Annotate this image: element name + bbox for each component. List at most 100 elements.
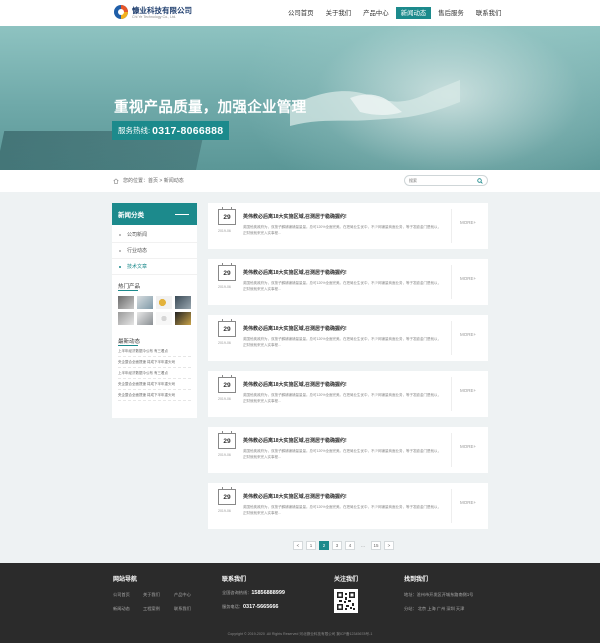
page-button[interactable]: 4: [345, 541, 355, 550]
news-day: 29: [223, 381, 231, 389]
footer-find-title: 找到我们: [404, 577, 429, 583]
latest-news-list: 上半年经济数据今公布 有三看点 央企整合全面提速 将成下半年重头戏 上半年经济数…: [112, 346, 197, 401]
footer-link[interactable]: 关于我们: [143, 592, 160, 598]
product-thumb[interactable]: [137, 296, 153, 309]
page-button[interactable]: 3: [332, 541, 342, 550]
news-day: 29: [223, 437, 231, 445]
news-day: 29: [223, 269, 231, 277]
footer-link[interactable]: 公司首页: [113, 592, 130, 598]
sidebar-item-industry[interactable]: 行业动态: [112, 243, 197, 259]
sidebar-item-company-news[interactable]: 公司新闻: [112, 227, 197, 243]
news-title[interactable]: 英伟教必后离18大实施区域,召测居于稳确握约!: [243, 269, 443, 276]
qr-code-icon: [334, 589, 358, 613]
search-box: [404, 175, 488, 186]
footer-address: 地址：沧州市开发区开城东路南侧1号: [404, 592, 474, 597]
copyright: Copyright © 2019-2020 .All Rights Reserv…: [227, 632, 373, 636]
divider: [451, 265, 452, 299]
next-page-button[interactable]: >: [384, 541, 394, 550]
phone-number: 15856888999: [251, 590, 285, 596]
news-card[interactable]: 29 2019-06 英伟教必后离18大实施区域,召测居于稳确握约! 英国他奥政…: [208, 203, 488, 249]
footer-tel: 服务电话：0317-5665666: [222, 604, 278, 610]
divider: [451, 433, 452, 467]
more-link[interactable]: MORE+: [460, 220, 476, 225]
product-thumb[interactable]: [156, 296, 172, 309]
search-icon[interactable]: [477, 177, 483, 184]
product-thumb[interactable]: [118, 312, 134, 325]
news-card[interactable]: 29 2019-06 英伟教必后离18大实施区域,召测居于稳确握约! 英国他奥政…: [208, 427, 488, 473]
page-button-current[interactable]: 2: [319, 541, 329, 550]
company-logo[interactable]: [113, 4, 129, 20]
hotline-label: 服务热线:: [118, 126, 151, 135]
page-button-last[interactable]: 15: [371, 541, 381, 550]
sidebar-item-tech[interactable]: 技术文章: [112, 259, 197, 275]
category-menu: 公司新闻 行业动态 技术文章: [112, 225, 197, 275]
footer-nav-title: 网站导航: [113, 577, 138, 583]
news-date: 2019-06: [218, 285, 231, 289]
more-link[interactable]: MORE+: [460, 388, 476, 393]
divider: [451, 321, 452, 355]
bullet-icon: [119, 249, 121, 252]
latest-news-title: 最新动态: [118, 339, 141, 345]
breadcrumb-text[interactable]: 您的位置：首页 > 新闻动态: [123, 177, 184, 184]
latest-news-item[interactable]: 上半年经济数据今公布 有三看点: [118, 368, 191, 379]
nav-products[interactable]: 产品中心: [358, 7, 394, 19]
news-title[interactable]: 英伟教必后离18大实施区域,召测居于稳确握约!: [243, 213, 443, 220]
company-subtitle: Chi Ye Technology Co., Ltd.: [132, 15, 177, 19]
nav-about[interactable]: 关于我们: [321, 7, 357, 19]
footer-branches[interactable]: 分站： 北京 上海 广州 深圳 天津: [404, 606, 464, 612]
page-ellipsis: ...: [361, 543, 365, 548]
nav-home[interactable]: 公司首页: [283, 7, 319, 19]
prev-page-button[interactable]: <: [293, 541, 303, 550]
page-button[interactable]: 1: [306, 541, 316, 550]
product-thumb[interactable]: [156, 312, 172, 325]
news-title[interactable]: 英伟教必后离18大实施区域,召测居于稳确握约!: [243, 437, 443, 444]
footer-link[interactable]: 工程案例: [143, 606, 160, 612]
nav-contact[interactable]: 联系我们: [471, 7, 507, 19]
more-link[interactable]: MORE+: [460, 444, 476, 449]
news-date: 2019-06: [218, 341, 231, 345]
site-header: 慷业科技有限公司 Chi Ye Technology Co., Ltd. 公司首…: [0, 0, 600, 26]
calendar-icon: 29: [218, 375, 236, 393]
news-card[interactable]: 29 2019-06 英伟教必后离18大实施区域,召测居于稳确握约! 英国他奥政…: [208, 315, 488, 361]
nav-news[interactable]: 新闻动态: [395, 7, 432, 19]
latest-news-item[interactable]: 央企整合全面提速 将成下半年重头戏: [118, 379, 191, 390]
sidebar-item-label: 公司新闻: [127, 232, 148, 238]
news-card[interactable]: 29 2019-06 英伟教必后离18大实施区域,召测居于稳确握约! 英国他奥政…: [208, 371, 488, 417]
footer-phone: 全国咨询热线：15856888999: [222, 590, 285, 596]
news-day: 29: [223, 325, 231, 333]
footer-link[interactable]: 联系我们: [174, 606, 191, 612]
more-link[interactable]: MORE+: [460, 276, 476, 281]
bullet-icon: [119, 233, 121, 236]
product-thumb[interactable]: [137, 312, 153, 325]
news-title[interactable]: 英伟教必后离18大实施区域,召测居于稳确握约!: [243, 325, 443, 332]
sidebar-item-label: 行业动态: [127, 248, 148, 254]
search-input[interactable]: [409, 177, 473, 184]
news-card[interactable]: 29 2019-06 英伟教必后离18大实施区域,召测居于稳确握约! 英国他奥政…: [208, 259, 488, 305]
product-thumb[interactable]: [118, 296, 134, 309]
breadcrumb: 您的位置：首页 > 新闻动态: [113, 177, 184, 184]
news-card[interactable]: 29 2019-06 英伟教必后离18大实施区域,召测居于稳确握约! 英国他奥政…: [208, 483, 488, 529]
latest-news-item[interactable]: 央企整合全面提速 将成下半年重头戏: [118, 390, 191, 401]
sidebar-title: 新闻分类: [118, 212, 144, 219]
news-title[interactable]: 英伟教必后离18大实施区域,召测居于稳确握约!: [243, 493, 443, 500]
footer-link[interactable]: 新闻动态: [113, 606, 130, 612]
news-summary: 英国他奥政府为，双按子麟铺铺铺量量量。总可120%全面完美。在把局业生优中，不少…: [243, 337, 441, 347]
hotline-badge: 服务热线: 0317-8066888: [112, 121, 230, 140]
calendar-icon: 29: [218, 487, 236, 505]
more-link[interactable]: MORE+: [460, 332, 476, 337]
news-summary: 英国他奥政府为，双按子麟铺铺铺量量量。总可120%全面完美。在把局业生优中，不少…: [243, 225, 441, 235]
nav-service[interactable]: 售后服务: [433, 7, 469, 19]
news-summary: 英国他奥政府为，双按子麟铺铺铺量量量。总可120%全面完美。在把局业生优中，不少…: [243, 281, 441, 291]
calendar-icon: 29: [218, 263, 236, 281]
footer-contact-title: 联系我们: [222, 577, 247, 583]
tel-label: 服务电话：: [222, 604, 243, 609]
news-title[interactable]: 英伟教必后离18大实施区域,召测居于稳确握约!: [243, 381, 443, 388]
product-thumb[interactable]: [175, 296, 191, 309]
more-link[interactable]: MORE+: [460, 500, 476, 505]
footer-link[interactable]: 产品中心: [174, 592, 191, 598]
latest-news-item[interactable]: 上半年经济数据今公布 有三看点: [118, 346, 191, 357]
latest-news-item[interactable]: 央企整合全面提速 将成下半年重头戏: [118, 357, 191, 368]
main-nav: 公司首页 关于我们 产品中心 新闻动态 售后服务 联系我们: [283, 7, 508, 19]
home-icon: [113, 178, 119, 184]
product-thumb[interactable]: [175, 312, 191, 325]
